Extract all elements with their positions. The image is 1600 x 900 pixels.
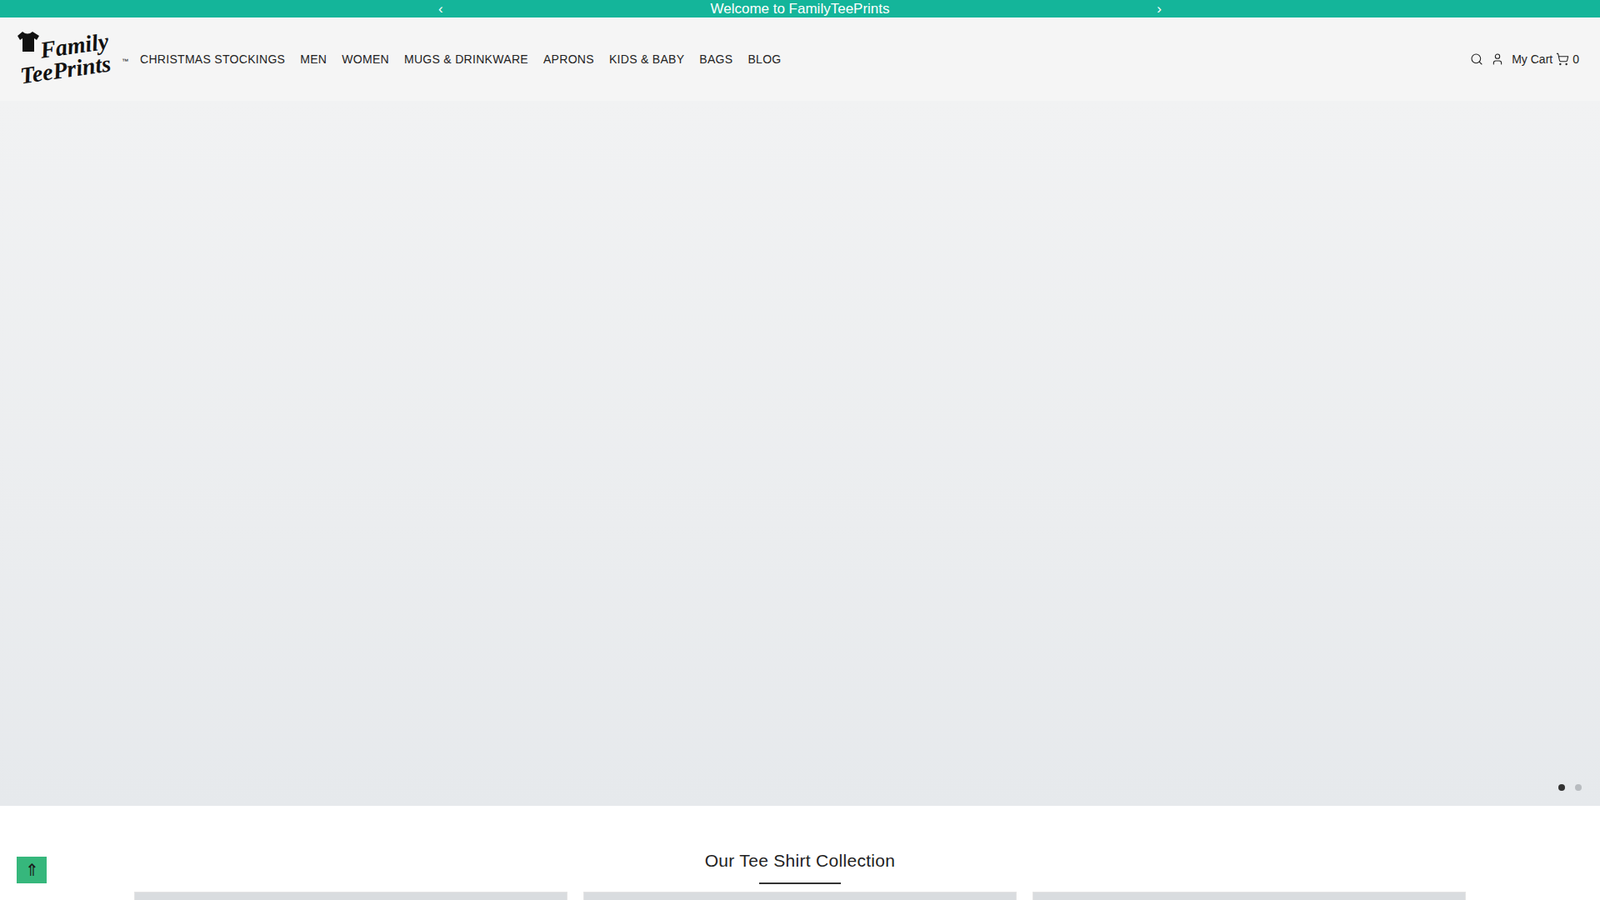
cart-button[interactable]: My Cart 0 [1511, 52, 1580, 66]
cart-count: 0 [1572, 52, 1580, 66]
nav-item[interactable]: MEN [300, 52, 327, 66]
header-actions: My Cart 0 [1470, 52, 1580, 66]
logo[interactable]: FamilyTeePrints™ [15, 25, 129, 93]
page: ‹Welcome to FamilyTeePrints›FamilyTeePri… [0, 0, 1600, 900]
cart-icon [1555, 52, 1570, 66]
announcement-bar: ‹ Welcome to FamilyTeePrints › [0, 0, 1600, 18]
search-icon[interactable] [1470, 52, 1484, 66]
hero-slideshow [0, 100, 1600, 806]
announcement-text: Welcome to FamilyTeePrints [710, 0, 890, 18]
nav-item[interactable]: MUGS & DRINKWARE [404, 52, 529, 66]
trademark: ™ [121, 57, 129, 65]
collection: Our Tee Shirt Collection [0, 805, 1600, 900]
collection-card-image[interactable] [583, 891, 1017, 900]
scroll-top-button[interactable]: ⇑ [16, 856, 47, 884]
header: FamilyTeePrints™ CHRISTMAS STOCKINGS MEN WO… [0, 17, 1600, 101]
collection-title: Our Tee Shirt Collection [705, 850, 896, 871]
slide-dot[interactable] [1575, 784, 1582, 791]
title-underline [759, 882, 841, 885]
nav-item[interactable]: BAGS [699, 52, 733, 66]
nav-item[interactable]: BLOG [747, 52, 781, 66]
collection-card-image[interactable] [134, 891, 568, 900]
collection-cards [134, 891, 1466, 900]
main-nav: CHRISTMAS STOCKINGS MEN WOMEN MUGS & DRINKW… [140, 52, 1459, 66]
account-icon[interactable] [1490, 52, 1505, 66]
slide-dots [1558, 784, 1582, 791]
slide-dot[interactable] [1558, 784, 1565, 791]
nav-item[interactable]: APRONS [543, 52, 595, 66]
announcement-prev[interactable]: ‹ [433, 0, 449, 18]
nav-item[interactable]: CHRISTMAS STOCKINGS [140, 52, 285, 66]
announcement-next[interactable]: › [1151, 0, 1167, 18]
nav-item[interactable]: KIDS & BABY [609, 52, 685, 66]
tee-shirt-icon [15, 29, 40, 55]
nav-item[interactable]: WOMEN [341, 52, 390, 66]
collection-card-image[interactable] [1032, 891, 1466, 900]
cart-label: My Cart [1511, 52, 1553, 66]
